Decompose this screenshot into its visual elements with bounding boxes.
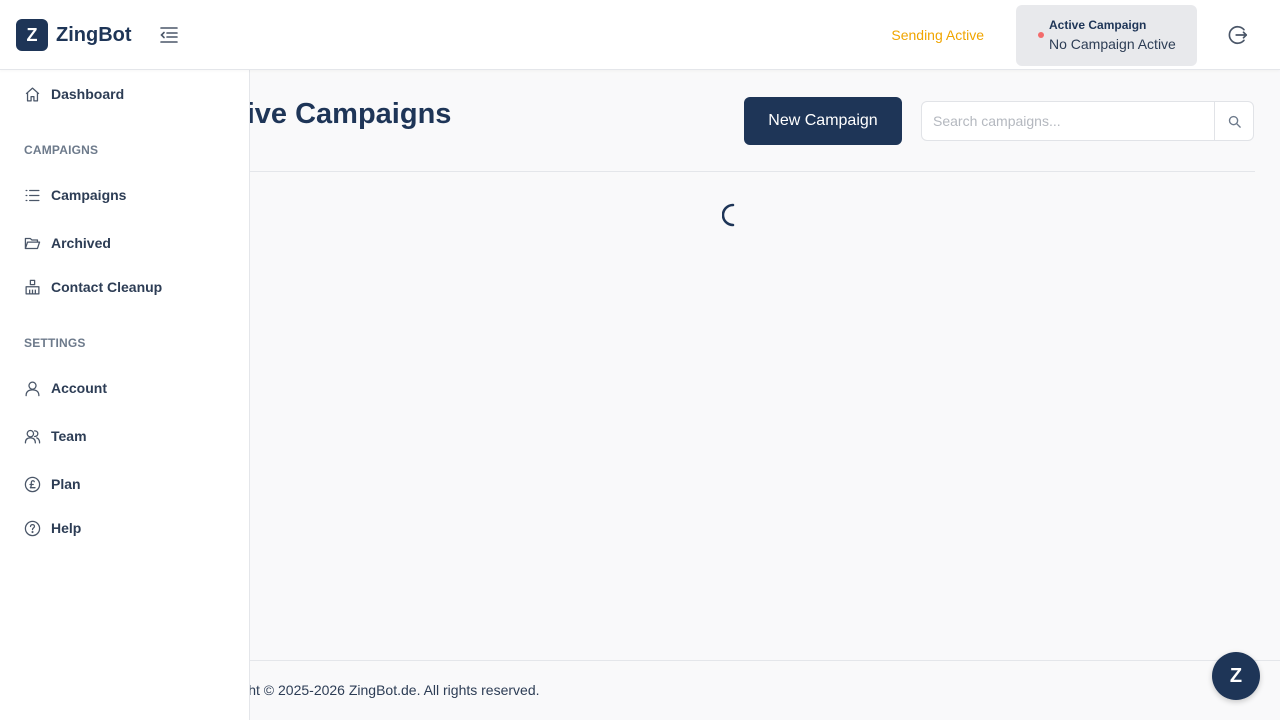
home-icon: [24, 86, 41, 103]
logout-icon: [1227, 24, 1249, 46]
top-header: Z ZingBot Sending Active Active Campaign…: [0, 0, 1280, 70]
title-divider: [250, 171, 1255, 172]
team-icon: [24, 428, 41, 445]
sidebar-item-label: Plan: [51, 476, 81, 492]
sidebar-item-label: Help: [51, 520, 82, 536]
sidebar-item-label: Archived: [51, 235, 111, 251]
sidebar-toggle-button[interactable]: [156, 22, 182, 48]
logo[interactable]: Z: [16, 19, 48, 51]
sidebar-item-campaigns[interactable]: Campaigns: [24, 183, 126, 207]
logout-button[interactable]: [1226, 23, 1250, 47]
sidebar-item-help[interactable]: Help: [24, 516, 81, 540]
sending-status: Sending Active: [891, 27, 984, 43]
search-input[interactable]: [922, 102, 1214, 140]
search-box: [921, 101, 1254, 141]
collapse-menu-icon: [159, 26, 179, 44]
folder-open-icon: [24, 235, 41, 252]
sidebar-item-account[interactable]: Account: [24, 376, 107, 400]
search-icon: [1227, 114, 1242, 129]
sidebar-item-label: Contact Cleanup: [51, 279, 163, 295]
active-campaign-label: Active Campaign: [1049, 18, 1147, 32]
broom-icon: [24, 279, 41, 296]
copyright-text: Copyright © 2025-2026 ZingBot.de. All ri…: [200, 682, 540, 698]
section-label-settings: SETTINGS: [24, 336, 86, 350]
status-dot: [1038, 32, 1044, 38]
sidebar-item-label: Team: [51, 428, 87, 444]
pound-icon: [24, 476, 41, 493]
sidebar-item-dashboard[interactable]: Dashboard: [24, 82, 124, 106]
help-icon: [24, 520, 41, 537]
active-campaign-value: No Campaign Active: [1049, 36, 1176, 52]
list-icon: [24, 187, 41, 204]
sidebar-item-team[interactable]: Team: [24, 424, 87, 448]
sidebar-item-archived[interactable]: Archived: [24, 231, 111, 255]
loading-spinner: [722, 200, 750, 228]
new-campaign-button[interactable]: New Campaign: [744, 97, 902, 145]
search-button[interactable]: [1214, 102, 1253, 140]
sidebar: Dashboard CAMPAIGNS Campaigns Archived C…: [0, 70, 250, 720]
chat-button[interactable]: Z: [1212, 652, 1260, 700]
sidebar-item-plan[interactable]: Plan: [24, 472, 81, 496]
sidebar-item-label: Campaigns: [51, 187, 127, 203]
sidebar-item-label: Account: [51, 380, 107, 396]
sidebar-item-contact-cleanup[interactable]: Contact Cleanup: [24, 275, 162, 299]
app-name[interactable]: ZingBot: [56, 22, 132, 48]
sidebar-item-label: Dashboard: [51, 86, 125, 102]
user-icon: [24, 380, 41, 397]
section-label-campaigns: CAMPAIGNS: [24, 143, 99, 157]
active-campaign-indicator[interactable]: Active Campaign No Campaign Active: [1016, 5, 1197, 66]
footer-divider: [250, 660, 1280, 661]
